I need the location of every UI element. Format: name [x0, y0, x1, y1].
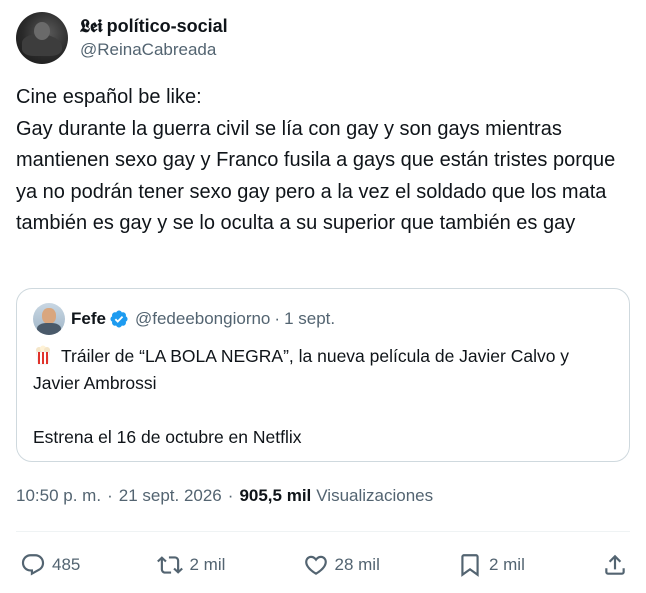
- reply-icon: [21, 554, 45, 576]
- verified-badge-icon: [110, 310, 128, 328]
- quoted-tweet[interactable]: Fefe @fedeebongiorno · 1 sept. Tráiler d…: [16, 288, 630, 462]
- action-bar: 485 2 mil 28 mil 2 mil: [20, 548, 628, 582]
- reply-button[interactable]: 485: [20, 552, 80, 578]
- tweet-text: Cine español be like: Gay durante la gue…: [16, 82, 628, 240]
- separator-dot: ·: [274, 309, 281, 328]
- views-label: Visualizaciones: [316, 486, 434, 505]
- bookmark-button[interactable]: 2 mil: [457, 552, 525, 578]
- popcorn-icon: [36, 345, 50, 365]
- bookmark-icon: [461, 554, 479, 577]
- reply-count: 485: [52, 555, 81, 574]
- views-count: 905,5 mil: [239, 486, 312, 505]
- author-avatar[interactable]: [16, 12, 68, 64]
- avatar-shape: [34, 22, 50, 40]
- retweet-count: 2 mil: [189, 555, 226, 574]
- author-display-name[interactable]: 𝕷𝖊𝖎 político-social: [80, 15, 228, 38]
- quoted-author-name[interactable]: Fefe: [71, 309, 106, 329]
- author-logo-glyph: 𝕷𝖊𝖎: [80, 16, 103, 37]
- tweet-date[interactable]: 21 sept. 2026: [119, 486, 222, 506]
- avatar-body: [37, 323, 61, 335]
- separator-dot: ·: [227, 486, 234, 505]
- quoted-tweet-date[interactable]: 1 sept.: [284, 309, 335, 329]
- tweet-time[interactable]: 10:50 p. m.: [16, 486, 101, 506]
- author-name-text: político-social: [106, 16, 228, 36]
- quoted-tweet-text-1: Tráiler de “LA BOLA NEGRA”, la nueva pel…: [33, 346, 570, 393]
- bookmark-count: 2 mil: [488, 555, 525, 574]
- avatar-face: [42, 308, 56, 324]
- quoted-tweet-line-1: Tráiler de “LA BOLA NEGRA”, la nueva pel…: [33, 343, 613, 397]
- tweet-header: 𝕷𝖊𝖎 político-social @ReinaCabreada: [16, 12, 228, 64]
- like-button[interactable]: 28 mil: [303, 552, 380, 578]
- tweet-line-2: Gay durante la guerra civil se lía con g…: [16, 117, 616, 235]
- author-handle[interactable]: @ReinaCabreada: [80, 39, 228, 61]
- quoted-tweet-header: Fefe @fedeebongiorno · 1 sept.: [33, 303, 335, 335]
- divider: [16, 531, 630, 532]
- share-icon: [605, 554, 625, 575]
- tweet-metadata: 10:50 p. m. · 21 sept. 2026 · 905,5 mil …: [16, 486, 433, 506]
- like-count: 28 mil: [334, 555, 380, 574]
- heart-icon: [304, 555, 327, 575]
- retweet-button[interactable]: 2 mil: [157, 552, 225, 578]
- quoted-author-handle[interactable]: @fedeebongiorno: [135, 309, 270, 329]
- separator-dot: ·: [107, 486, 113, 505]
- share-button[interactable]: [602, 552, 628, 578]
- author-names: 𝕷𝖊𝖎 político-social @ReinaCabreada: [80, 15, 228, 61]
- retweet-icon: [157, 556, 184, 574]
- quoted-author-avatar[interactable]: [33, 303, 65, 335]
- quoted-tweet-line-2: Estrena el 16 de octubre en Netflix: [33, 427, 302, 447]
- tweet-line-1: Cine español be like:: [16, 86, 202, 108]
- quoted-tweet-text: Tráiler de “LA BOLA NEGRA”, la nueva pel…: [33, 343, 613, 451]
